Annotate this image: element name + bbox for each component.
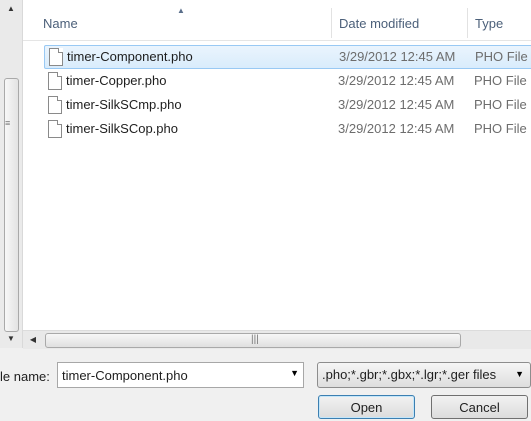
file-row[interactable]: timer-SilkSCop.pho 3/29/2012 12:45 AM PH… (44, 118, 531, 140)
navigation-pane-scrollbar[interactable]: ▲ ≡ ▼ (0, 0, 23, 348)
scroll-left-arrow-icon[interactable]: ◀ (25, 331, 41, 349)
file-name-label: le name: (0, 369, 50, 384)
file-date-modified: 3/29/2012 12:45 AM (338, 73, 455, 88)
file-row[interactable]: timer-Copper.pho 3/29/2012 12:45 AM PHO … (44, 70, 531, 92)
file-name: timer-Component.pho (67, 49, 193, 64)
file-date-modified: 3/29/2012 12:45 AM (338, 97, 455, 112)
cancel-button[interactable]: Cancel (431, 395, 528, 419)
open-button[interactable]: Open (318, 395, 415, 419)
vertical-scroll-thumb[interactable] (4, 78, 19, 332)
scroll-down-arrow-icon[interactable]: ▼ (0, 330, 22, 348)
chevron-down-icon[interactable]: ▼ (290, 368, 299, 378)
file-type: PHO File (474, 97, 527, 112)
file-type-filter-value: .pho;*.gbr;*.gbx;*.lgr;*.ger files (322, 367, 497, 382)
file-row[interactable]: timer-Component.pho 3/29/2012 12:45 AM P… (44, 45, 531, 69)
column-header-name[interactable]: Name (37, 0, 333, 40)
file-type: PHO File (474, 73, 527, 88)
file-name: timer-Copper.pho (66, 73, 167, 88)
file-type-filter-dropdown[interactable]: .pho;*.gbr;*.gbx;*.lgr;*.ger files ▼ (317, 362, 531, 388)
document-icon (48, 120, 62, 138)
document-icon (49, 48, 63, 66)
column-header-row: Name ▲ Date modified Type (23, 0, 531, 41)
file-name: timer-SilkSCmp.pho (66, 97, 182, 112)
scroll-up-arrow-icon[interactable]: ▲ (0, 0, 22, 18)
file-list[interactable]: Name ▲ Date modified Type timer-Componen… (23, 0, 531, 330)
file-row[interactable]: timer-SilkSCmp.pho 3/29/2012 12:45 AM PH… (44, 94, 531, 116)
file-name-combobox[interactable]: ▼ (57, 362, 304, 388)
sort-ascending-icon: ▲ (177, 6, 185, 15)
file-type: PHO File (474, 121, 527, 136)
file-date-modified: 3/29/2012 12:45 AM (339, 49, 456, 64)
horizontal-scroll-thumb[interactable]: ||| (45, 333, 461, 348)
horizontal-scrollbar[interactable]: ◀ ||| (23, 330, 531, 349)
column-header-type[interactable]: Type (469, 0, 531, 40)
document-icon (48, 72, 62, 90)
scroll-grip-icon: ||| (251, 334, 259, 345)
file-name: timer-SilkSCop.pho (66, 121, 178, 136)
column-divider[interactable] (331, 8, 332, 38)
column-header-date-modified[interactable]: Date modified (333, 0, 469, 40)
chevron-down-icon: ▼ (515, 369, 524, 379)
document-icon (48, 96, 62, 114)
file-name-input[interactable] (62, 366, 282, 384)
file-date-modified: 3/29/2012 12:45 AM (338, 121, 455, 136)
column-divider[interactable] (467, 8, 468, 38)
scroll-grip-icon: ≡ (5, 118, 11, 128)
file-type: PHO File (475, 49, 528, 64)
